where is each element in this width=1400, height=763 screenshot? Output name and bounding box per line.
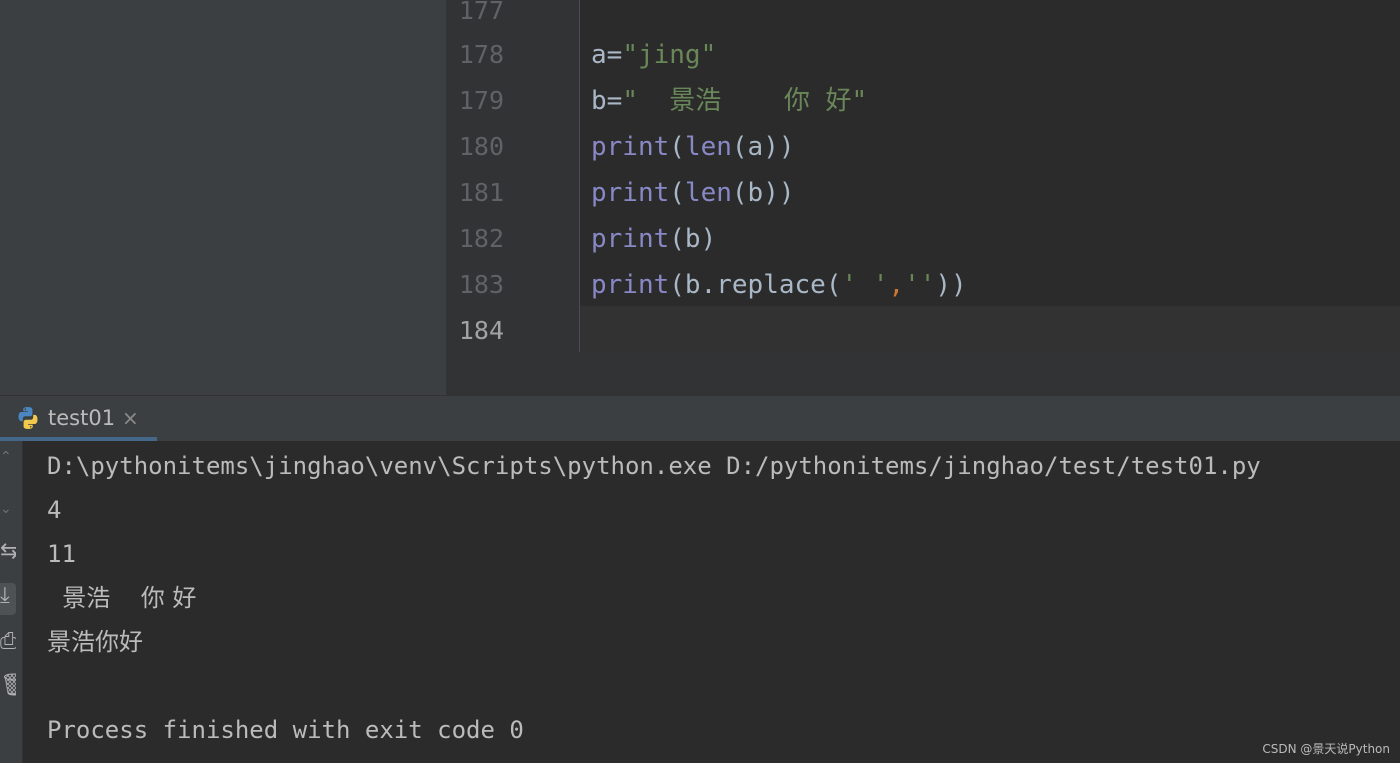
string-token: " 景浩 你 好" <box>622 86 868 116</box>
scroll-to-end-icon[interactable]: ⤓ <box>0 583 16 615</box>
line-number-current: 184 <box>458 316 504 345</box>
console-output-line: Process finished with exit code 0 <box>47 716 524 744</box>
watermark: CSDN @景天说Python <box>1262 742 1390 756</box>
code-token: (a)) <box>731 132 795 162</box>
console-output-line: D:\pythonitems\jinghao\venv\Scripts\pyth… <box>47 452 1261 480</box>
string-token: "jing" <box>622 40 717 70</box>
run-tool-window-header: test01 × <box>0 395 1400 442</box>
line-number: 181 <box>458 178 504 207</box>
code-token: (b.replace( <box>669 270 842 300</box>
code-editor[interactable]: 177 178 179 180 181 182 183 184 a="jing"… <box>0 0 1400 395</box>
code-token: a= <box>591 40 623 70</box>
soft-wrap-icon[interactable]: ⇆ <box>0 539 16 571</box>
current-line-highlight <box>580 306 1400 352</box>
scroll-down-icon[interactable]: ⌄ <box>0 501 16 521</box>
project-panel <box>0 0 446 395</box>
comma-token: , <box>888 270 905 300</box>
line-number: 178 <box>458 40 504 69</box>
code-token: (b)) <box>731 178 795 208</box>
python-icon <box>18 407 38 429</box>
code-line[interactable]: print(b) <box>591 216 716 262</box>
code-token: b= <box>591 86 623 116</box>
run-tab-label: test01 <box>48 406 116 430</box>
line-number: 183 <box>458 270 504 299</box>
console-output-line: 景浩 你 好 <box>47 584 197 612</box>
builtin-token: len <box>684 178 732 208</box>
code-line[interactable]: a="jing" <box>591 32 716 78</box>
code-token: (b) <box>669 224 717 254</box>
code-line[interactable]: print(b.replace(' ','')) <box>591 262 967 308</box>
builtin-token: print <box>591 178 670 208</box>
run-tab-test01[interactable]: test01 × <box>0 396 157 442</box>
console-output-line: 11 <box>47 540 76 568</box>
console-output-line: 4 <box>47 496 62 524</box>
line-number: 182 <box>458 224 504 253</box>
builtin-token: len <box>684 132 732 162</box>
code-token: ( <box>669 178 685 208</box>
code-token: )) <box>935 270 967 300</box>
code-token: ( <box>669 132 685 162</box>
delete-icon[interactable]: 🗑 <box>0 673 16 705</box>
run-toolbar: ⌃ ⌄ ⇆ ⤓ ⎙ 🗑 <box>0 441 23 763</box>
scroll-up-icon[interactable]: ⌃ <box>0 449 16 469</box>
code-line[interactable]: print(len(a)) <box>591 124 795 170</box>
builtin-token: print <box>591 132 670 162</box>
code-line[interactable]: b=" 景浩 你 好" <box>591 78 867 124</box>
string-token: ' ' <box>841 270 889 300</box>
print-icon[interactable]: ⎙ <box>0 629 16 661</box>
string-token: '' <box>904 270 936 300</box>
line-number: 179 <box>458 86 504 115</box>
builtin-token: print <box>591 270 670 300</box>
line-number: 177 <box>458 0 504 25</box>
line-number: 180 <box>458 132 504 161</box>
console-output-line: 景浩你好 <box>47 628 143 656</box>
editor-bottom-area <box>446 352 1400 395</box>
builtin-token: print <box>591 224 670 254</box>
close-icon[interactable]: × <box>122 406 139 430</box>
code-line[interactable]: print(len(b)) <box>591 170 795 216</box>
